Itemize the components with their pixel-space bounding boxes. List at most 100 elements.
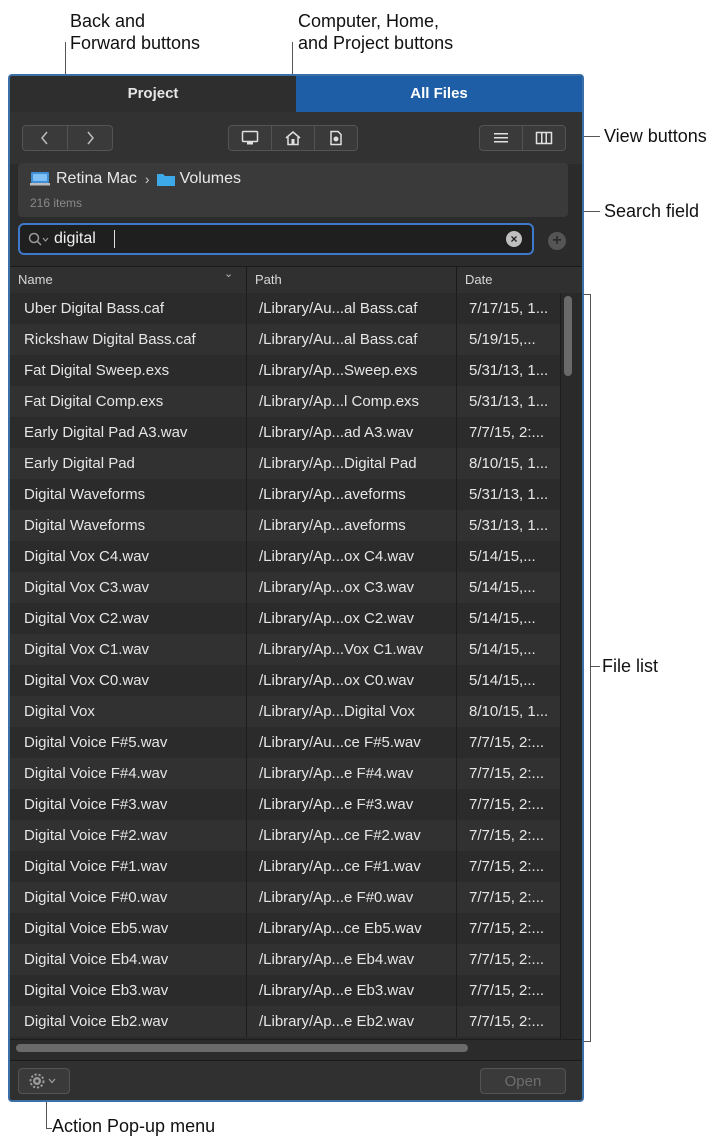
- row-cell-date: 7/7/15, 2:...: [456, 975, 560, 1006]
- search-field[interactable]: digital ×: [18, 223, 534, 255]
- row-cell-date: 5/31/13, 1...: [456, 510, 560, 541]
- path-bar: Retina Mac › Volumes 216 items: [18, 163, 568, 217]
- row-cell-name: Digital Voice F#1.wav: [24, 858, 168, 875]
- table-row[interactable]: Uber Digital Bass.caf/Library/Au...al Ba…: [10, 293, 560, 324]
- row-cell-path: /Library/Ap...ox C4.wav: [246, 541, 456, 572]
- table-row[interactable]: Digital Voice Eb4.wav/Library/Ap...e Eb4…: [10, 944, 560, 975]
- row-cell-name: Digital Voice F#4.wav: [24, 765, 168, 782]
- row-cell-path: /Library/Au...al Bass.caf: [246, 324, 456, 355]
- column-header-path[interactable]: Path: [246, 267, 458, 293]
- table-row[interactable]: Early Digital Pad/Library/Ap...Digital P…: [10, 448, 560, 479]
- row-cell-date: 5/31/13, 1...: [456, 479, 560, 510]
- column-view-button[interactable]: [522, 125, 566, 151]
- column-header-name[interactable]: Name: [18, 267, 238, 293]
- row-cell-path: /Library/Ap...e Eb3.wav: [246, 975, 456, 1006]
- table-row[interactable]: Digital Voice F#4.wav/Library/Ap...e F#4…: [10, 758, 560, 789]
- table-row[interactable]: Digital Voice F#2.wav/Library/Ap...ce F#…: [10, 820, 560, 851]
- row-cell-date: 5/14/15,...: [456, 634, 560, 665]
- table-row[interactable]: Digital Voice Eb3.wav/Library/Ap...e Eb3…: [10, 975, 560, 1006]
- callout-search-field: Search field: [604, 201, 700, 221]
- row-cell-date: 7/7/15, 2:...: [456, 913, 560, 944]
- table-row[interactable]: Digital Vox C3.wav/Library/Ap...ox C3.wa…: [10, 572, 560, 603]
- open-button[interactable]: Open: [480, 1068, 566, 1094]
- table-row[interactable]: Digital Voice F#3.wav/Library/Ap...e F#3…: [10, 789, 560, 820]
- table-row[interactable]: Early Digital Pad A3.wav/Library/Ap...ad…: [10, 417, 560, 448]
- table-row[interactable]: Digital Vox C1.wav/Library/Ap...Vox C1.w…: [10, 634, 560, 665]
- breadcrumb-folder[interactable]: Volumes: [180, 170, 241, 188]
- computer-button[interactable]: [228, 125, 272, 151]
- tab-project[interactable]: Project: [10, 76, 296, 113]
- column-view-icon: [535, 131, 553, 145]
- row-cell-name: Digital Waveforms: [24, 517, 146, 534]
- row-cell-date: 7/7/15, 2:...: [456, 882, 560, 913]
- toolbar: [10, 112, 582, 164]
- row-cell-name: Digital Waveforms: [24, 486, 146, 503]
- row-cell-path: /Library/Ap...Vox C1.wav: [246, 634, 456, 665]
- table-row[interactable]: Fat Digital Comp.exs/Library/Ap...l Comp…: [10, 386, 560, 417]
- horizontal-scrollbar[interactable]: [16, 1044, 468, 1052]
- table-row[interactable]: Digital Vox/Library/Ap...Digital Vox 8/10…: [10, 696, 560, 727]
- row-cell-path: /Library/Ap...e F#3.wav: [246, 789, 456, 820]
- vertical-scrollbar[interactable]: [564, 296, 572, 376]
- list-view-icon: [494, 133, 508, 143]
- table-row[interactable]: Digital Voice Eb5.wav/Library/Ap...ce Eb…: [10, 913, 560, 944]
- table-row[interactable]: Digital Waveforms/Library/Ap...aveforms 5…: [10, 479, 560, 510]
- row-cell-date: 7/7/15, 2:...: [456, 417, 560, 448]
- chevron-right-icon: [87, 131, 94, 145]
- action-popup-button[interactable]: [18, 1068, 70, 1094]
- add-icon[interactable]: +: [548, 232, 566, 250]
- project-icon: [330, 130, 342, 146]
- home-button[interactable]: [271, 125, 315, 151]
- forward-button[interactable]: [67, 125, 113, 151]
- row-cell-date: 5/14/15,...: [456, 665, 560, 696]
- row-cell-date: 5/14/15,...: [456, 572, 560, 603]
- row-cell-name: Digital Voice Eb5.wav: [24, 920, 169, 937]
- row-cell-path: /Library/Ap...ce Eb5.wav: [246, 913, 456, 944]
- row-cell-date: 7/7/15, 2:...: [456, 758, 560, 789]
- file-list: Uber Digital Bass.caf/Library/Au...al Ba…: [10, 293, 560, 1039]
- folder-icon: [156, 174, 175, 186]
- table-row[interactable]: Digital Voice Eb2.wav/Library/Ap...e Eb2…: [10, 1006, 560, 1037]
- search-input[interactable]: digital: [54, 230, 96, 248]
- table-row[interactable]: Digital Waveforms/Library/Ap...aveforms 5…: [10, 510, 560, 541]
- callout-file-list: File list: [602, 656, 659, 676]
- column-header-date[interactable]: Date: [456, 267, 560, 293]
- search-icon: [28, 232, 49, 246]
- row-cell-name: Fat Digital Sweep.exs: [24, 362, 170, 379]
- project-button[interactable]: [314, 125, 358, 151]
- back-button[interactable]: [22, 125, 68, 151]
- list-view-button[interactable]: [479, 125, 523, 151]
- row-cell-path: /Library/Ap...aveforms: [246, 479, 456, 510]
- row-cell-name: Rickshaw Digital Bass.caf: [24, 331, 196, 348]
- breadcrumb-computer[interactable]: Retina Mac: [56, 170, 137, 188]
- callout-bracket-file-list: [584, 294, 591, 1042]
- table-row[interactable]: Digital Voice F#0.wav/Library/Ap...e F#0…: [10, 882, 560, 913]
- table-row[interactable]: Digital Voice F#5.wav/Library/Au...ce F#…: [10, 727, 560, 758]
- row-cell-path: /Library/Ap...ox C0.wav: [246, 665, 456, 696]
- row-cell-name: Digital Voice F#5.wav: [24, 734, 168, 751]
- row-cell-date: 8/10/15, 1...: [456, 448, 560, 479]
- table-row[interactable]: Digital Vox C0.wav/Library/Ap...ox C0.wa…: [10, 665, 560, 696]
- tab-all-files[interactable]: All Files: [296, 76, 582, 112]
- callout-view-buttons: View buttons: [604, 126, 707, 146]
- row-cell-path: /Library/Ap...ox C3.wav: [246, 572, 456, 603]
- gear-icon: [29, 1073, 56, 1089]
- table-row[interactable]: Fat Digital Sweep.exs/Library/Ap...Sweep…: [10, 355, 560, 386]
- row-cell-date: 7/7/15, 2:...: [456, 789, 560, 820]
- row-cell-date: 7/7/15, 2:...: [456, 727, 560, 758]
- table-row[interactable]: Digital Vox C4.wav/Library/Ap...ox C4.wa…: [10, 541, 560, 572]
- row-cell-date: 5/31/13, 1...: [456, 355, 560, 386]
- browser-panel: Project All Files Retina Mac › Volumes 2…: [8, 74, 584, 1102]
- clear-icon[interactable]: ×: [506, 231, 522, 247]
- row-cell-name: Digital Voice Eb4.wav: [24, 951, 169, 968]
- row-cell-date: 7/17/15, 1...: [456, 293, 560, 324]
- row-cell-path: /Library/Ap...ad A3.wav: [246, 417, 456, 448]
- callout-action-menu: Action Pop-up menu: [52, 1116, 216, 1136]
- chevron-down-icon: ⌄: [224, 268, 234, 280]
- item-count: 216 items: [30, 196, 83, 210]
- row-cell-date: 5/14/15,...: [456, 603, 560, 634]
- table-row[interactable]: Digital Vox C2.wav/Library/Ap...ox C2.wa…: [10, 603, 560, 634]
- table-row[interactable]: Rickshaw Digital Bass.caf/Library/Au...a…: [10, 324, 560, 355]
- row-cell-name: Early Digital Pad: [24, 455, 135, 472]
- table-row[interactable]: Digital Voice F#1.wav/Library/Ap...ce F#…: [10, 851, 560, 882]
